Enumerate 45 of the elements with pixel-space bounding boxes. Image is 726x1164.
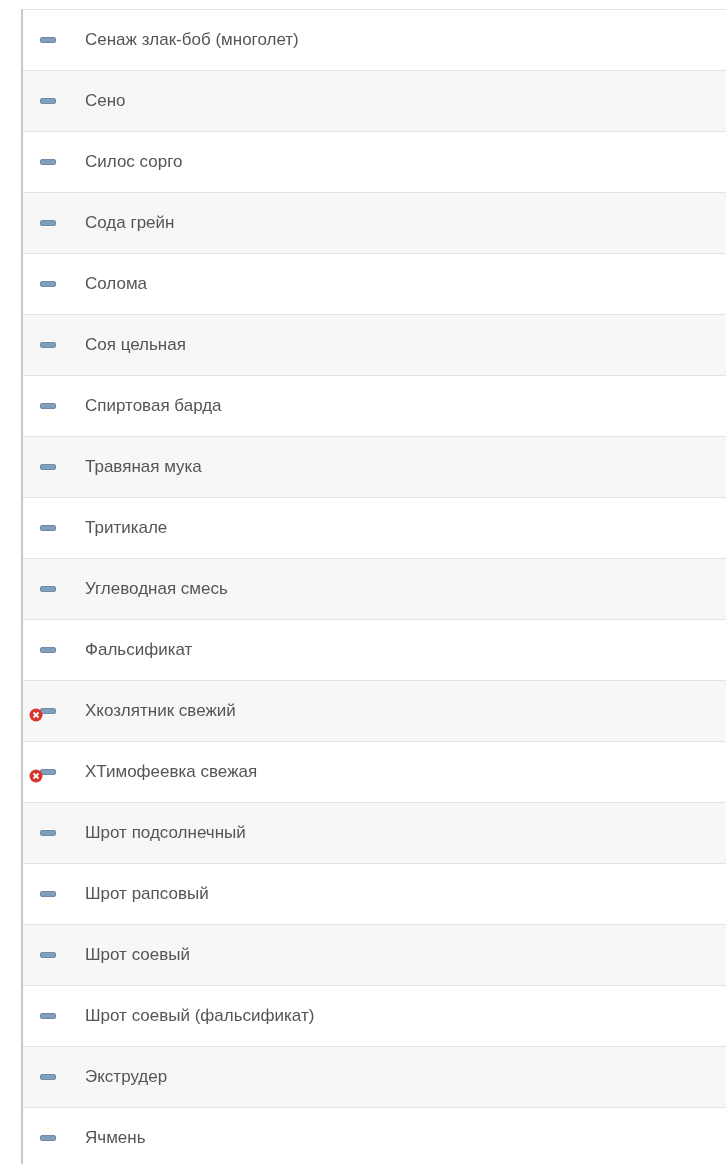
item-label: ХТимофеевка свежая [85, 762, 258, 782]
item-label: Шрот рапсовый [85, 884, 209, 904]
item-label: Ячмень [85, 1128, 146, 1148]
minus-icon [40, 586, 56, 592]
item-label: Тритикале [85, 518, 168, 538]
item-label: Экструдер [85, 1067, 168, 1087]
item-label: Фальсификат [85, 640, 193, 660]
minus-icon [40, 220, 56, 226]
minus-icon [40, 403, 56, 409]
list-item[interactable]: Хкозлятник свежий [23, 681, 726, 742]
item-label: Силос сорго [85, 152, 183, 172]
item-label: Солома [85, 274, 148, 294]
minus-icon [40, 1013, 56, 1019]
list-item[interactable]: Травяная мука [23, 437, 726, 498]
item-label: Соя цельная [85, 335, 186, 355]
minus-icon [40, 37, 56, 43]
item-label: Шрот подсолнечный [85, 823, 246, 843]
list-item[interactable]: Шрот соевый [23, 925, 726, 986]
list-item[interactable]: Сода грейн [23, 193, 726, 254]
minus-icon [40, 1074, 56, 1080]
minus-icon [40, 98, 56, 104]
minus-icon [40, 830, 56, 836]
minus-icon [40, 159, 56, 165]
minus-icon [40, 1135, 56, 1141]
item-label: Травяная мука [85, 457, 202, 477]
list-item[interactable]: Углеводная смесь [23, 559, 726, 620]
item-label: Спиртовая барда [85, 396, 222, 416]
list-item[interactable]: Экструдер [23, 1047, 726, 1108]
minus-icon [40, 952, 56, 958]
minus-icon [40, 464, 56, 470]
minus-icon [40, 647, 56, 653]
minus-icon [40, 281, 56, 287]
list-item[interactable]: Соя цельная [23, 315, 726, 376]
item-label: Сенаж злак-боб (многолет) [85, 30, 299, 50]
list-item[interactable]: Шрот подсолнечный [23, 803, 726, 864]
item-label: Хкозлятник свежий [85, 701, 236, 721]
minus-icon [40, 342, 56, 348]
minus-icon [40, 525, 56, 531]
item-label: Углеводная смесь [85, 579, 228, 599]
minus-icon [40, 891, 56, 897]
item-label: Шрот соевый [85, 945, 190, 965]
item-label: Шрот соевый (фальсификат) [85, 1006, 315, 1026]
item-label: Сода грейн [85, 213, 175, 233]
list-item[interactable]: Сено [23, 71, 726, 132]
item-label: Сено [85, 91, 126, 111]
